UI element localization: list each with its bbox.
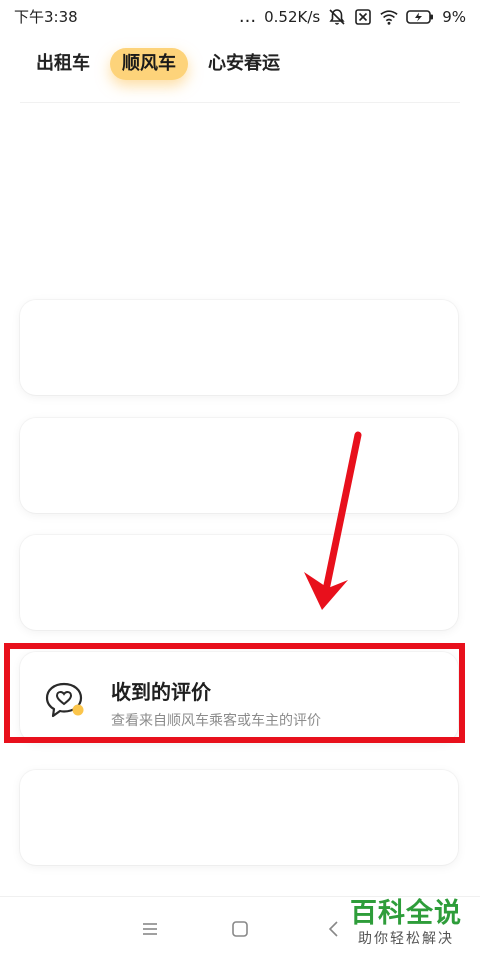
top-divider	[20, 102, 460, 103]
status-indicators: ... 0.52K/s 9%	[239, 0, 466, 34]
review-card-subtitle: 查看来自顺风车乘客或车主的评价	[111, 713, 321, 729]
wifi-icon	[380, 8, 398, 26]
service-card[interactable]	[20, 300, 458, 395]
back-icon[interactable]	[320, 915, 348, 943]
app-screen: 下午3:38 ... 0.52K/s 9% 出租车 顺风车 心安春运 收到的评价…	[0, 0, 480, 960]
watermark-title: 百科全说	[350, 898, 462, 929]
sim-off-icon	[354, 8, 372, 26]
network-speed: 0.52K/s	[264, 8, 321, 26]
service-card[interactable]	[20, 418, 458, 513]
chat-heart-icon	[42, 678, 86, 722]
category-tabs: 出租车 顺风车 心安春运	[0, 44, 480, 84]
status-time: 下午3:38	[14, 8, 78, 26]
tab-spring-travel[interactable]: 心安春运	[196, 48, 292, 80]
service-card[interactable]	[20, 770, 458, 865]
received-reviews-card[interactable]: 收到的评价 查看来自顺风车乘客或车主的评价	[20, 652, 458, 742]
battery-level: 9%	[442, 8, 466, 26]
watermark-subtitle: 助你轻松解决	[358, 931, 454, 947]
watermark-logo: 百科全说 助你轻松解决	[346, 898, 466, 954]
service-card[interactable]	[20, 535, 458, 630]
battery-charging-icon	[406, 8, 434, 26]
status-bar: 下午3:38 ... 0.52K/s 9%	[0, 0, 480, 34]
status-dots: ...	[238, 6, 257, 27]
mute-bell-icon	[328, 8, 346, 26]
tab-hitch-ride[interactable]: 顺风车	[110, 48, 188, 80]
review-card-title: 收到的评价	[111, 680, 211, 704]
tab-taxi[interactable]: 出租车	[24, 48, 102, 80]
menu-icon[interactable]	[136, 915, 164, 943]
home-icon[interactable]	[226, 915, 254, 943]
